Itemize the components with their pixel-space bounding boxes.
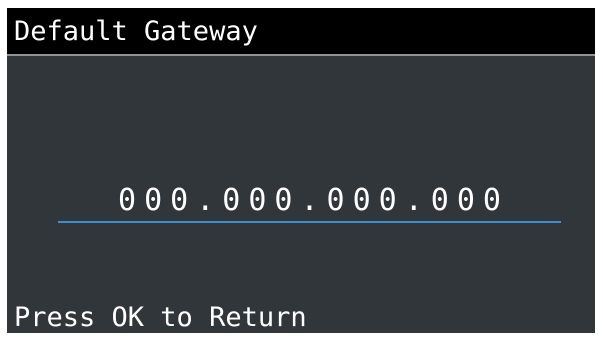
screen-title: Default Gateway [14, 16, 258, 47]
lcd-screen: Default Gateway 000.000.000.000 Press OK… [7, 8, 595, 333]
gateway-address-value: 000.000.000.000 [118, 183, 509, 218]
title-bar: Default Gateway [7, 8, 595, 56]
gateway-address-field[interactable]: 000.000.000.000 [58, 183, 561, 223]
return-hint: Press OK to Return [14, 302, 307, 333]
